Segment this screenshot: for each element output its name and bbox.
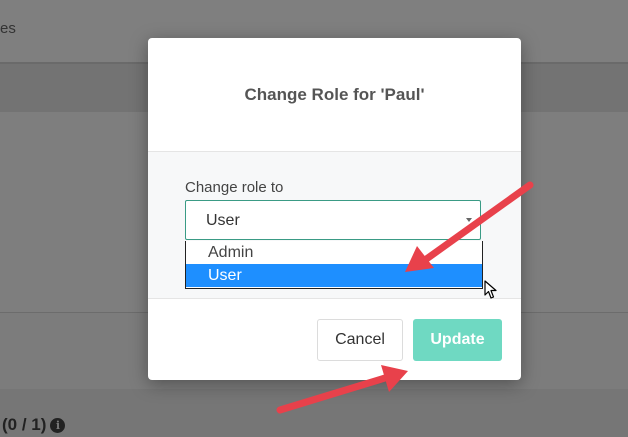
background-count-text: (0 / 1) [2,415,47,434]
update-button[interactable]: Update [413,319,502,361]
role-dropdown-list: Admin User [185,241,483,289]
info-icon[interactable]: i [50,417,66,433]
role-select-value: User [206,212,240,229]
role-option-admin[interactable]: Admin [186,241,482,264]
modal-footer: Cancel Update [148,299,521,380]
background-tab-text: es [0,20,16,37]
background-footer [0,389,628,437]
modal-body: Change role to User Admin User [148,152,521,299]
modal-title: Change Role for 'Paul' [244,84,425,104]
mouse-cursor-icon [484,280,497,299]
chevron-down-icon [466,218,472,222]
background-count: (0 / 1) i [2,415,66,435]
role-select[interactable]: User [185,200,481,240]
role-option-user[interactable]: User [186,264,482,287]
modal-header: Change Role for 'Paul' [148,38,521,152]
cancel-button[interactable]: Cancel [317,319,403,361]
role-select-label: Change role to [185,179,284,196]
change-role-modal: Change Role for 'Paul' Change role to Us… [148,38,521,380]
